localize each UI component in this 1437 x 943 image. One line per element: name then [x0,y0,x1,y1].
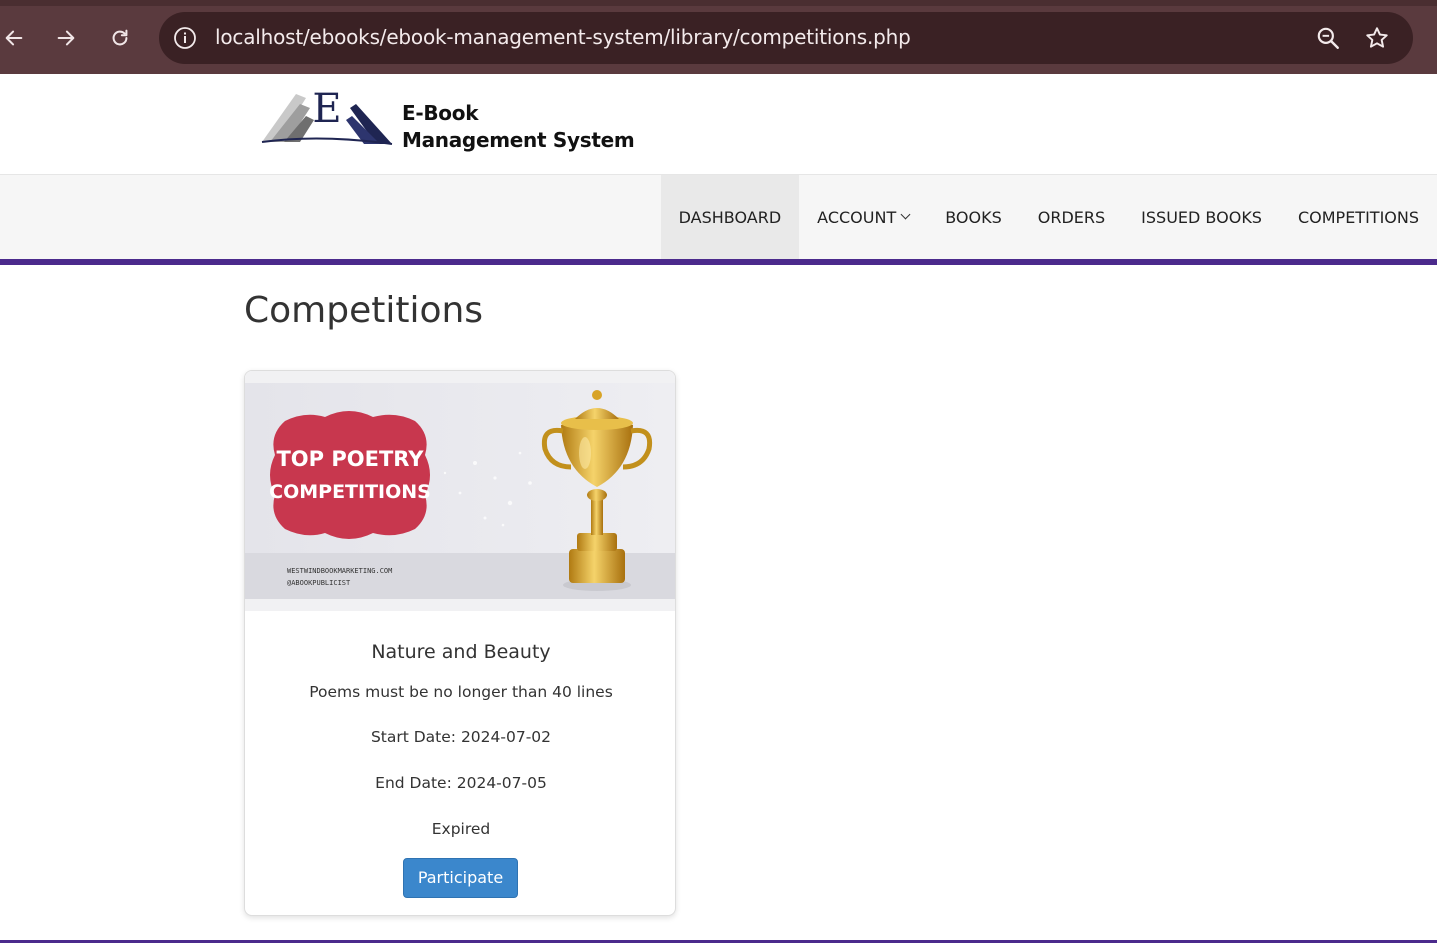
nav-item-account[interactable]: ACCOUNT [799,175,927,259]
arrow-right-icon [57,30,75,46]
page-title: Competitions [244,290,484,331]
site-header: E E-Book Management System [0,74,1437,175]
reload-icon [112,29,128,46]
back-button[interactable] [0,22,30,54]
arrow-left-icon [5,30,23,46]
competition-status: Expired [431,820,491,838]
nav-label: ORDERS [1037,207,1106,227]
nav-item-dashboard[interactable]: DASHBOARD [660,175,800,259]
nav-label: BOOKS [945,207,1002,227]
forward-button[interactable] [50,22,82,54]
logo-text: E-Book Management System [402,100,635,154]
card-image-container: TOP POETRY COMPETITIONS WESTWINDBOOKMARK… [245,371,675,611]
address-bar[interactable]: localhost/ebooks/ebook-management-system… [159,12,1413,64]
competition-card: TOP POETRY COMPETITIONS WESTWINDBOOKMARK… [244,370,676,916]
competition-title: Nature and Beauty [371,641,551,663]
banner-line-2: COMPETITIONS [269,481,431,503]
logo-line-2: Management System [402,128,635,152]
nav-item-issued-books[interactable]: ISSUED BOOKS [1123,175,1280,259]
site-info-icon[interactable] [173,26,197,50]
main-navbar: DASHBOARD ACCOUNT BOOKS ORDERS ISSUED BO… [0,175,1437,265]
nav-item-orders[interactable]: ORDERS [1020,175,1123,259]
tab-strip [0,0,1437,6]
reload-button[interactable] [104,22,136,54]
site-logo[interactable]: E E-Book Management System [260,86,660,162]
nav-label: DASHBOARD [678,207,782,227]
competition-end-date: End Date: 2024-07-05 [375,774,547,792]
book-logo-icon: E [261,86,393,145]
nav-label: ISSUED BOOKS [1141,207,1262,227]
competition-banner-image: TOP POETRY COMPETITIONS WESTWINDBOOKMARK… [245,383,675,599]
banner-handle: @ABOOKPUBLICIST [287,579,351,587]
nav-item-competitions[interactable]: COMPETITIONS [1280,175,1437,259]
banner-site: WESTWINDBOOKMARKETING.COM [287,567,392,575]
logo-line-1: E-Book [402,101,479,125]
chevron-down-icon [900,209,911,220]
banner-line-1: TOP POETRY [276,447,424,471]
logo-letter: E [312,86,341,132]
nav-menu: DASHBOARD ACCOUNT BOOKS ORDERS ISSUED BO… [660,175,1437,259]
participate-button[interactable]: Participate [403,858,518,898]
nav-item-books[interactable]: BOOKS [927,175,1020,259]
bookmark-star-icon[interactable] [1364,25,1390,51]
browser-toolbar: localhost/ebooks/ebook-management-system… [0,0,1437,74]
competition-description: Poems must be no longer than 40 lines [309,683,613,701]
competition-start-date: Start Date: 2024-07-02 [370,728,552,746]
url-text[interactable]: localhost/ebooks/ebook-management-system… [215,25,911,49]
zoom-icon[interactable] [1315,25,1341,51]
nav-label: COMPETITIONS [1297,207,1419,227]
nav-label: ACCOUNT [817,207,897,227]
